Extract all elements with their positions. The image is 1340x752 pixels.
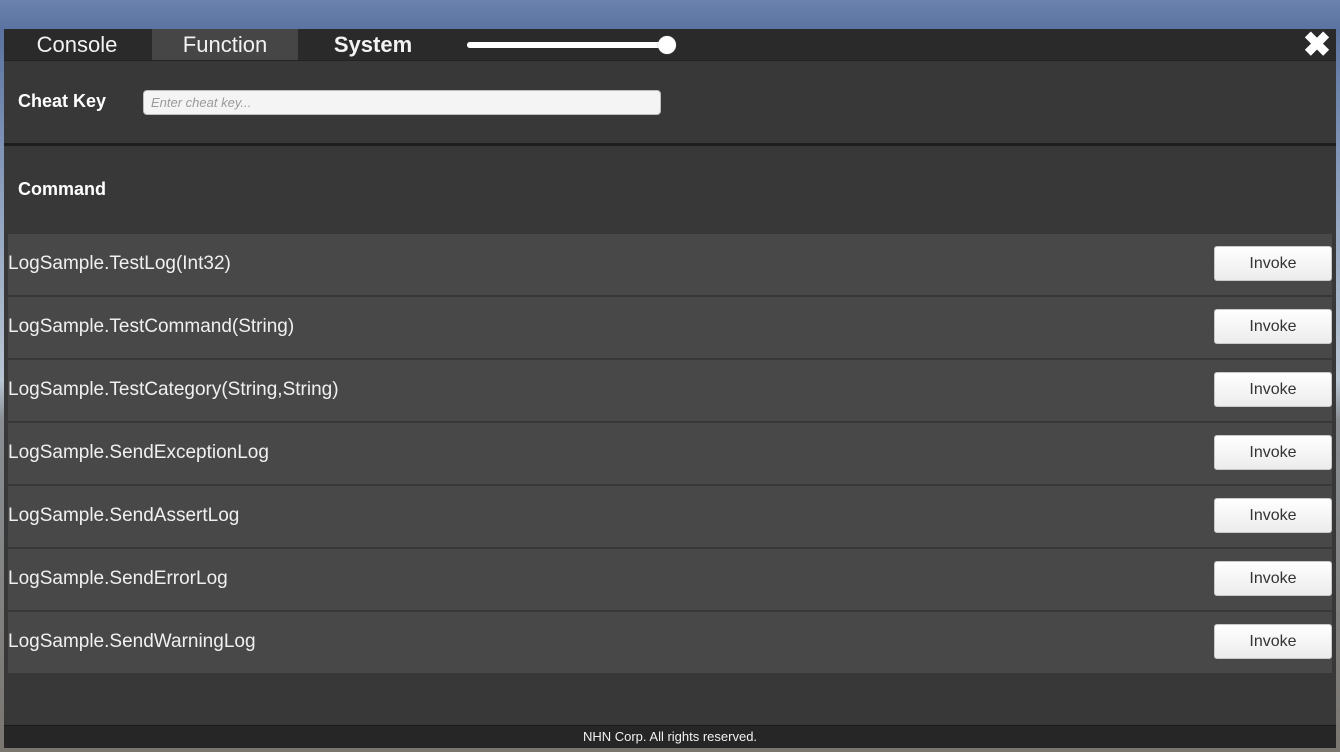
tab-function[interactable]: Function	[152, 29, 298, 60]
invoke-button[interactable]: Invoke	[1214, 498, 1332, 533]
command-row: LogSample.SendErrorLog Invoke	[8, 549, 1332, 610]
command-name: LogSample.SendAssertLog	[8, 505, 240, 526]
command-name: LogSample.SendErrorLog	[8, 568, 228, 589]
slider-handle[interactable]	[658, 36, 676, 54]
command-row: LogSample.SendWarningLog Invoke	[8, 612, 1332, 673]
cheat-key-label: Cheat Key	[18, 91, 107, 111]
command-name: LogSample.TestLog(Int32)	[8, 253, 231, 274]
command-title: Command	[18, 179, 107, 199]
invoke-button[interactable]: Invoke	[1214, 624, 1332, 659]
tab-console[interactable]: Console	[4, 29, 150, 60]
command-list: LogSample.TestLog(Int32) Invoke LogSampl…	[8, 234, 1332, 675]
command-name: LogSample.SendExceptionLog	[8, 442, 269, 463]
system-panel: Console Function System ✖ Cheat Key Comm…	[4, 28, 1336, 748]
tab-bar: Console Function System ✖	[4, 28, 1336, 62]
invoke-button[interactable]: Invoke	[1214, 246, 1332, 281]
invoke-button[interactable]: Invoke	[1214, 309, 1332, 344]
command-row: LogSample.SendAssertLog Invoke	[8, 486, 1332, 547]
tab-system[interactable]: System	[300, 29, 446, 60]
invoke-button[interactable]: Invoke	[1214, 435, 1332, 470]
cheat-key-section: Cheat Key	[4, 61, 1336, 146]
command-row: LogSample.TestCategory(String,String) In…	[8, 360, 1332, 421]
slider-fill	[467, 42, 667, 48]
command-row: LogSample.TestLog(Int32) Invoke	[8, 234, 1332, 295]
cheat-key-input[interactable]	[143, 90, 661, 115]
command-row: LogSample.SendExceptionLog Invoke	[8, 423, 1332, 484]
close-icon[interactable]: ✖	[1302, 28, 1332, 62]
invoke-button[interactable]: Invoke	[1214, 372, 1332, 407]
command-name: LogSample.TestCategory(String,String)	[8, 379, 339, 400]
footer-copyright: NHN Corp. All rights reserved.	[4, 725, 1336, 748]
command-name: LogSample.TestCommand(String)	[8, 316, 295, 337]
opacity-slider[interactable]	[467, 36, 676, 54]
command-name: LogSample.SendWarningLog	[8, 631, 256, 652]
invoke-button[interactable]: Invoke	[1214, 561, 1332, 596]
command-row: LogSample.TestCommand(String) Invoke	[8, 297, 1332, 358]
